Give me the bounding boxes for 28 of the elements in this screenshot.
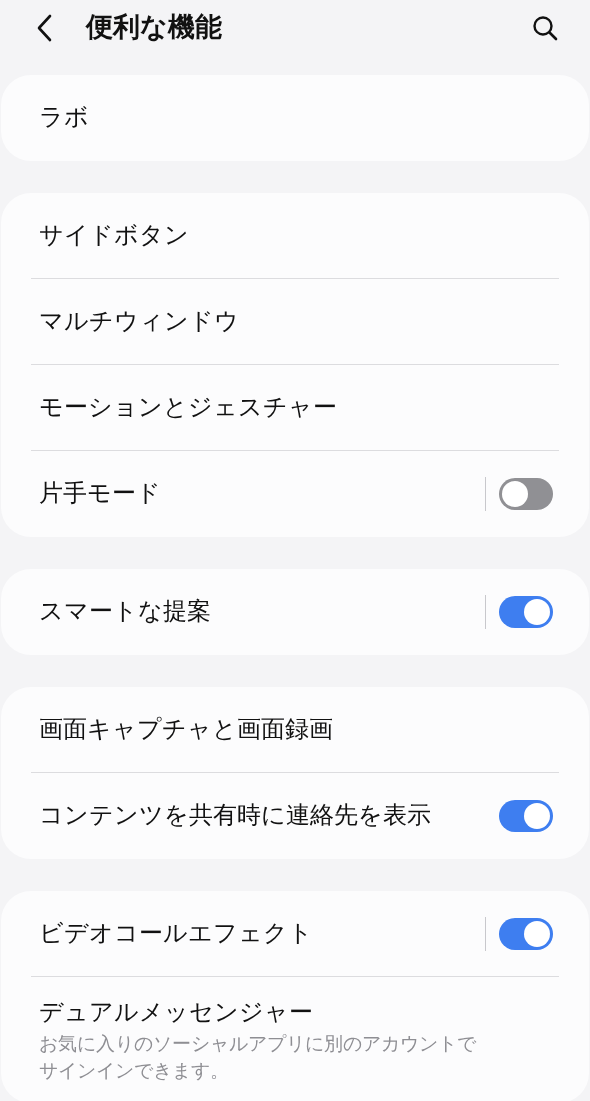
item-label: ラボ [39, 102, 90, 134]
item-label: マルチウィンドウ [39, 305, 240, 337]
item-label: モーションとジェスチャー [39, 391, 338, 423]
search-icon [532, 14, 558, 41]
item-label: コンテンツを共有時に連絡先を表示 [39, 800, 432, 832]
item-label: ビデオコールエフェクト [39, 917, 314, 949]
item-label: 片手モード [39, 478, 162, 510]
settings-item[interactable]: サイドボタン [31, 219, 559, 252]
settings-item[interactable]: デュアルメッセンジャー お気に入りのソーシャルアプリに別のアカウントでサインインできます。 [31, 997, 559, 1084]
settings-item[interactable]: ラボ [31, 102, 559, 134]
settings-item[interactable]: 片手モード [31, 478, 485, 510]
toggle-switch[interactable] [499, 917, 553, 950]
page-title: 便利な機能 [86, 10, 223, 45]
item-label: スマートな提案 [39, 596, 212, 628]
item-label: サイドボタン [39, 219, 190, 251]
item-label: 画面キャプチャと画面録画 [39, 713, 334, 745]
settings-item[interactable]: 画面キャプチャと画面録画 [31, 713, 559, 746]
settings-item[interactable]: スマートな提案 [31, 596, 485, 628]
toggle-switch[interactable] [499, 478, 553, 510]
toggle-switch[interactable] [499, 596, 553, 628]
settings-item[interactable]: マルチウィンドウ [31, 305, 559, 338]
settings-item[interactable]: ビデオコールエフェクト [31, 917, 485, 950]
item-description: お気に入りのソーシャルアプリに別のアカウントでサインインできます。 [39, 1031, 477, 1083]
toggle-switch[interactable] [499, 800, 553, 832]
back-icon [36, 13, 52, 42]
settings-item[interactable]: コンテンツを共有時に連絡先を表示 [31, 800, 499, 832]
settings-item[interactable]: モーションとジェスチャー [31, 391, 559, 424]
item-label: デュアルメッセンジャー [39, 997, 314, 1028]
